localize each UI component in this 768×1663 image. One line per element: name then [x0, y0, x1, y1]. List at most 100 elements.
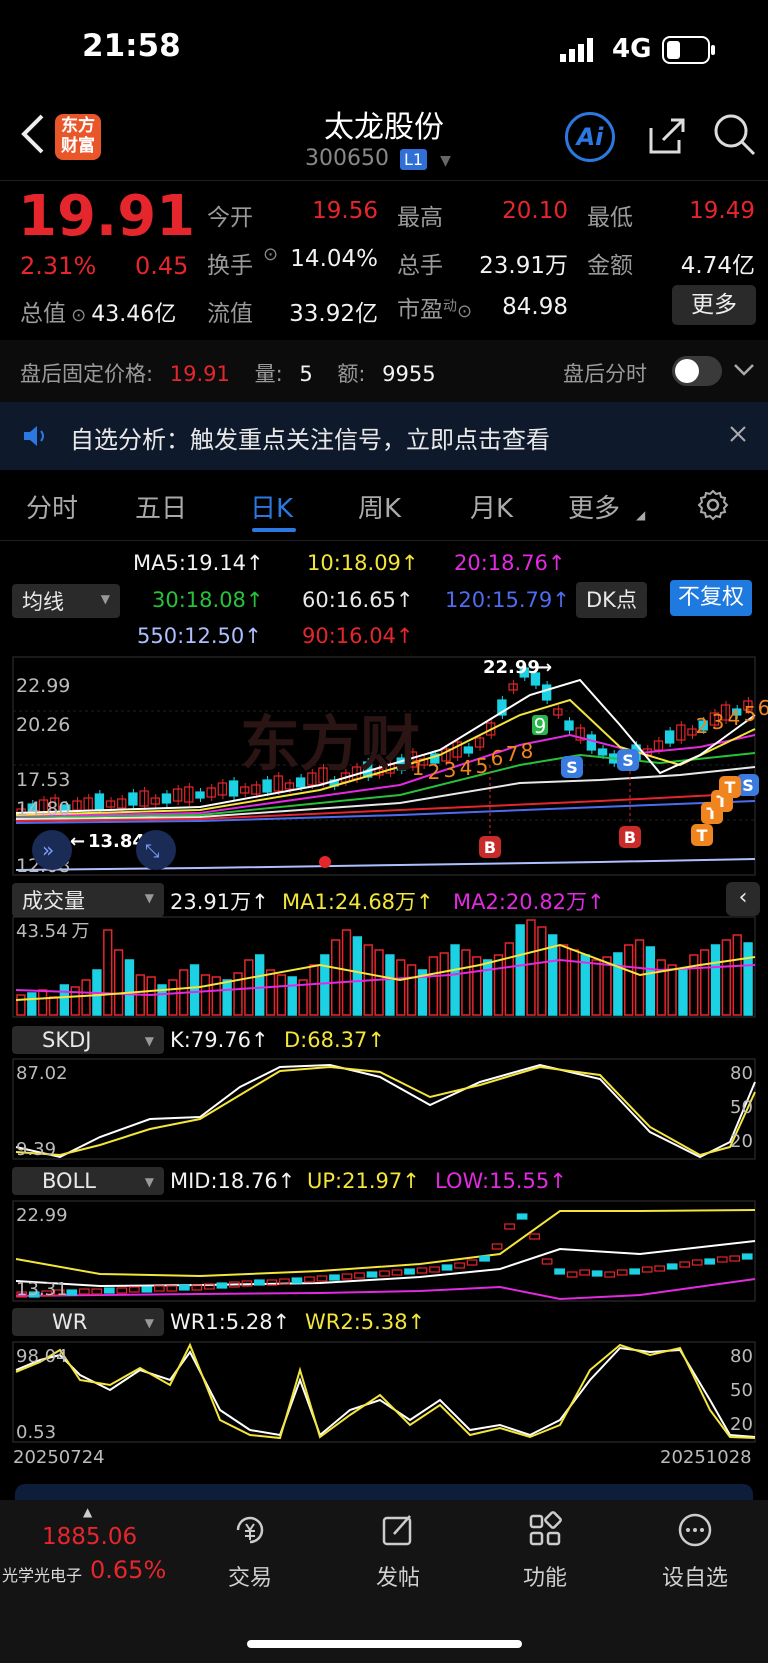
main-kline-chart[interactable]: 东方财 22.99 20.26 17.53 14.80 12.08 22.99 …	[0, 655, 768, 880]
volume-max: 43.54	[16, 921, 68, 942]
wr-chart[interactable]: 98.04 0.53 80 50 20 20250724 20251028	[0, 1340, 768, 1470]
volume-bar	[168, 979, 178, 1016]
search-icon[interactable]	[712, 112, 758, 162]
wr-50: 50	[730, 1380, 753, 1401]
skdj-chart[interactable]: 87.02 9.39 80 50 20	[0, 1057, 768, 1165]
sequence-label: 6	[758, 696, 768, 720]
skdj-50: 50	[730, 1097, 753, 1118]
boll-mid-line	[15, 1240, 756, 1288]
volume-bar	[721, 939, 732, 1016]
nav-post[interactable]: 发帖	[348, 1510, 448, 1592]
boll-up: UP:21.97↑	[307, 1169, 420, 1193]
stock-code: 300650	[305, 146, 389, 171]
volume-bar	[504, 942, 514, 1016]
skdj-selector[interactable]: SKDJ ▼	[12, 1026, 164, 1054]
boll-candle	[366, 1271, 378, 1278]
sequence-label: 4	[460, 756, 473, 780]
settings-gear-icon[interactable]	[696, 488, 730, 526]
boll-candle	[479, 1255, 490, 1262]
banner-text[interactable]: 自选分析：触发重点关注信号，立即点击查看	[70, 420, 550, 455]
no-adjust-button[interactable]: 不复权	[670, 580, 752, 616]
boll-candle	[641, 1266, 653, 1273]
boll-candle	[404, 1268, 415, 1275]
signal-label: S	[566, 758, 578, 777]
boll-candle	[691, 1259, 703, 1266]
boll-candle	[91, 1288, 103, 1295]
nav-set-watchlist[interactable]: 设自选	[645, 1510, 745, 1592]
volume-bar	[406, 964, 417, 1016]
nav-function[interactable]: 功能	[495, 1510, 595, 1592]
volume-bar	[341, 929, 352, 1016]
tab-five-day[interactable]: 五日	[135, 488, 187, 525]
volume-bar	[113, 949, 124, 1016]
candle-body	[94, 793, 105, 810]
volume-bar	[710, 944, 721, 1016]
after-hours-vol-label: 量:	[254, 362, 283, 386]
nav-set-watchlist-label: 设自选	[661, 1566, 728, 1591]
sequence-label: 5	[744, 702, 757, 726]
index-up-arrow: ▲	[83, 1505, 93, 1519]
boll-candle	[554, 1268, 565, 1275]
after-hours-toggle[interactable]	[672, 356, 722, 386]
pe-label-row: 市盈动⊙	[397, 290, 472, 324]
chevron-down-icon[interactable]	[733, 360, 755, 384]
volume-value: 23.91万↑	[170, 890, 269, 914]
more-button[interactable]: 更多	[672, 285, 756, 325]
tab-intraday[interactable]: 分时	[26, 488, 78, 525]
ai-button[interactable]: Ai	[565, 112, 615, 162]
volume-bar	[439, 952, 449, 1016]
tab-monthly-k[interactable]: 月K	[470, 488, 513, 525]
nav-trade[interactable]: 交易	[200, 1510, 300, 1592]
sequence-label: 3	[712, 710, 725, 734]
collapse-arrow-button[interactable]: ‹	[726, 882, 760, 916]
volume-bar	[624, 944, 634, 1016]
candle-body	[664, 730, 675, 744]
dk-point-button[interactable]: DK点	[576, 582, 647, 618]
skdj-d: D:68.37↑	[284, 1028, 385, 1052]
close-icon[interactable]	[728, 424, 748, 448]
date-end: 20251028	[660, 1447, 752, 1468]
tab-more[interactable]: 更多	[568, 488, 620, 525]
boll-candle	[566, 1271, 578, 1278]
volume-bar	[732, 934, 742, 1016]
index-value[interactable]: 1885.06	[42, 1524, 137, 1550]
ma-selector[interactable]: 均线 ▼	[12, 584, 120, 618]
volume-bar	[276, 974, 287, 1016]
volume-chart[interactable]: 43.54 万	[0, 915, 768, 1021]
skdj-k: K:79.76↑	[170, 1028, 269, 1052]
tab-daily-k[interactable]: 日K	[250, 488, 293, 525]
info-icon[interactable]: ⊙	[263, 244, 278, 265]
boll-selector[interactable]: BOLL ▼	[12, 1167, 164, 1195]
tab-weekly-k[interactable]: 周K	[358, 488, 401, 525]
volume-bar	[27, 992, 37, 1016]
volume-bar	[569, 949, 580, 1016]
stock-code-row[interactable]: 300650 L1 ▼	[305, 146, 451, 171]
date-start: 20250724	[13, 1447, 105, 1468]
float-label: 流值	[207, 301, 253, 327]
volume-bar	[189, 964, 200, 1016]
volume-selector[interactable]: 成交量 ▼	[12, 883, 164, 917]
volume-bar	[16, 994, 26, 1016]
y-label-3: 14.80	[16, 798, 70, 820]
boll-chart[interactable]: 22.99 13.31	[0, 1199, 768, 1307]
boll-candle	[666, 1263, 678, 1270]
share-icon[interactable]	[645, 114, 689, 162]
nav-function-label: 功能	[522, 1566, 567, 1591]
info-icon[interactable]: ⊙	[457, 301, 472, 322]
boll-candle	[66, 1289, 78, 1296]
boll-candle	[454, 1262, 465, 1269]
boll-up-line	[15, 1209, 756, 1278]
status-time: 21:58	[82, 28, 181, 64]
pe-sup: 动	[443, 298, 457, 315]
info-icon[interactable]: ⊙	[71, 305, 86, 326]
volume-bar	[374, 949, 384, 1016]
turnover-value: 14.04%	[290, 246, 378, 272]
index-name[interactable]: 光学光电子	[2, 1562, 82, 1586]
volume-ma1: MA1:24.68万↑	[282, 890, 434, 914]
wr-selector[interactable]: WR ▼	[12, 1308, 164, 1336]
boll-candle	[216, 1282, 228, 1289]
svg-text:43.54万: 43.54 万	[16, 921, 90, 942]
index-pct: 0.65%	[90, 1556, 167, 1584]
wr-80: 80	[730, 1346, 753, 1367]
boll-candle	[254, 1279, 265, 1286]
